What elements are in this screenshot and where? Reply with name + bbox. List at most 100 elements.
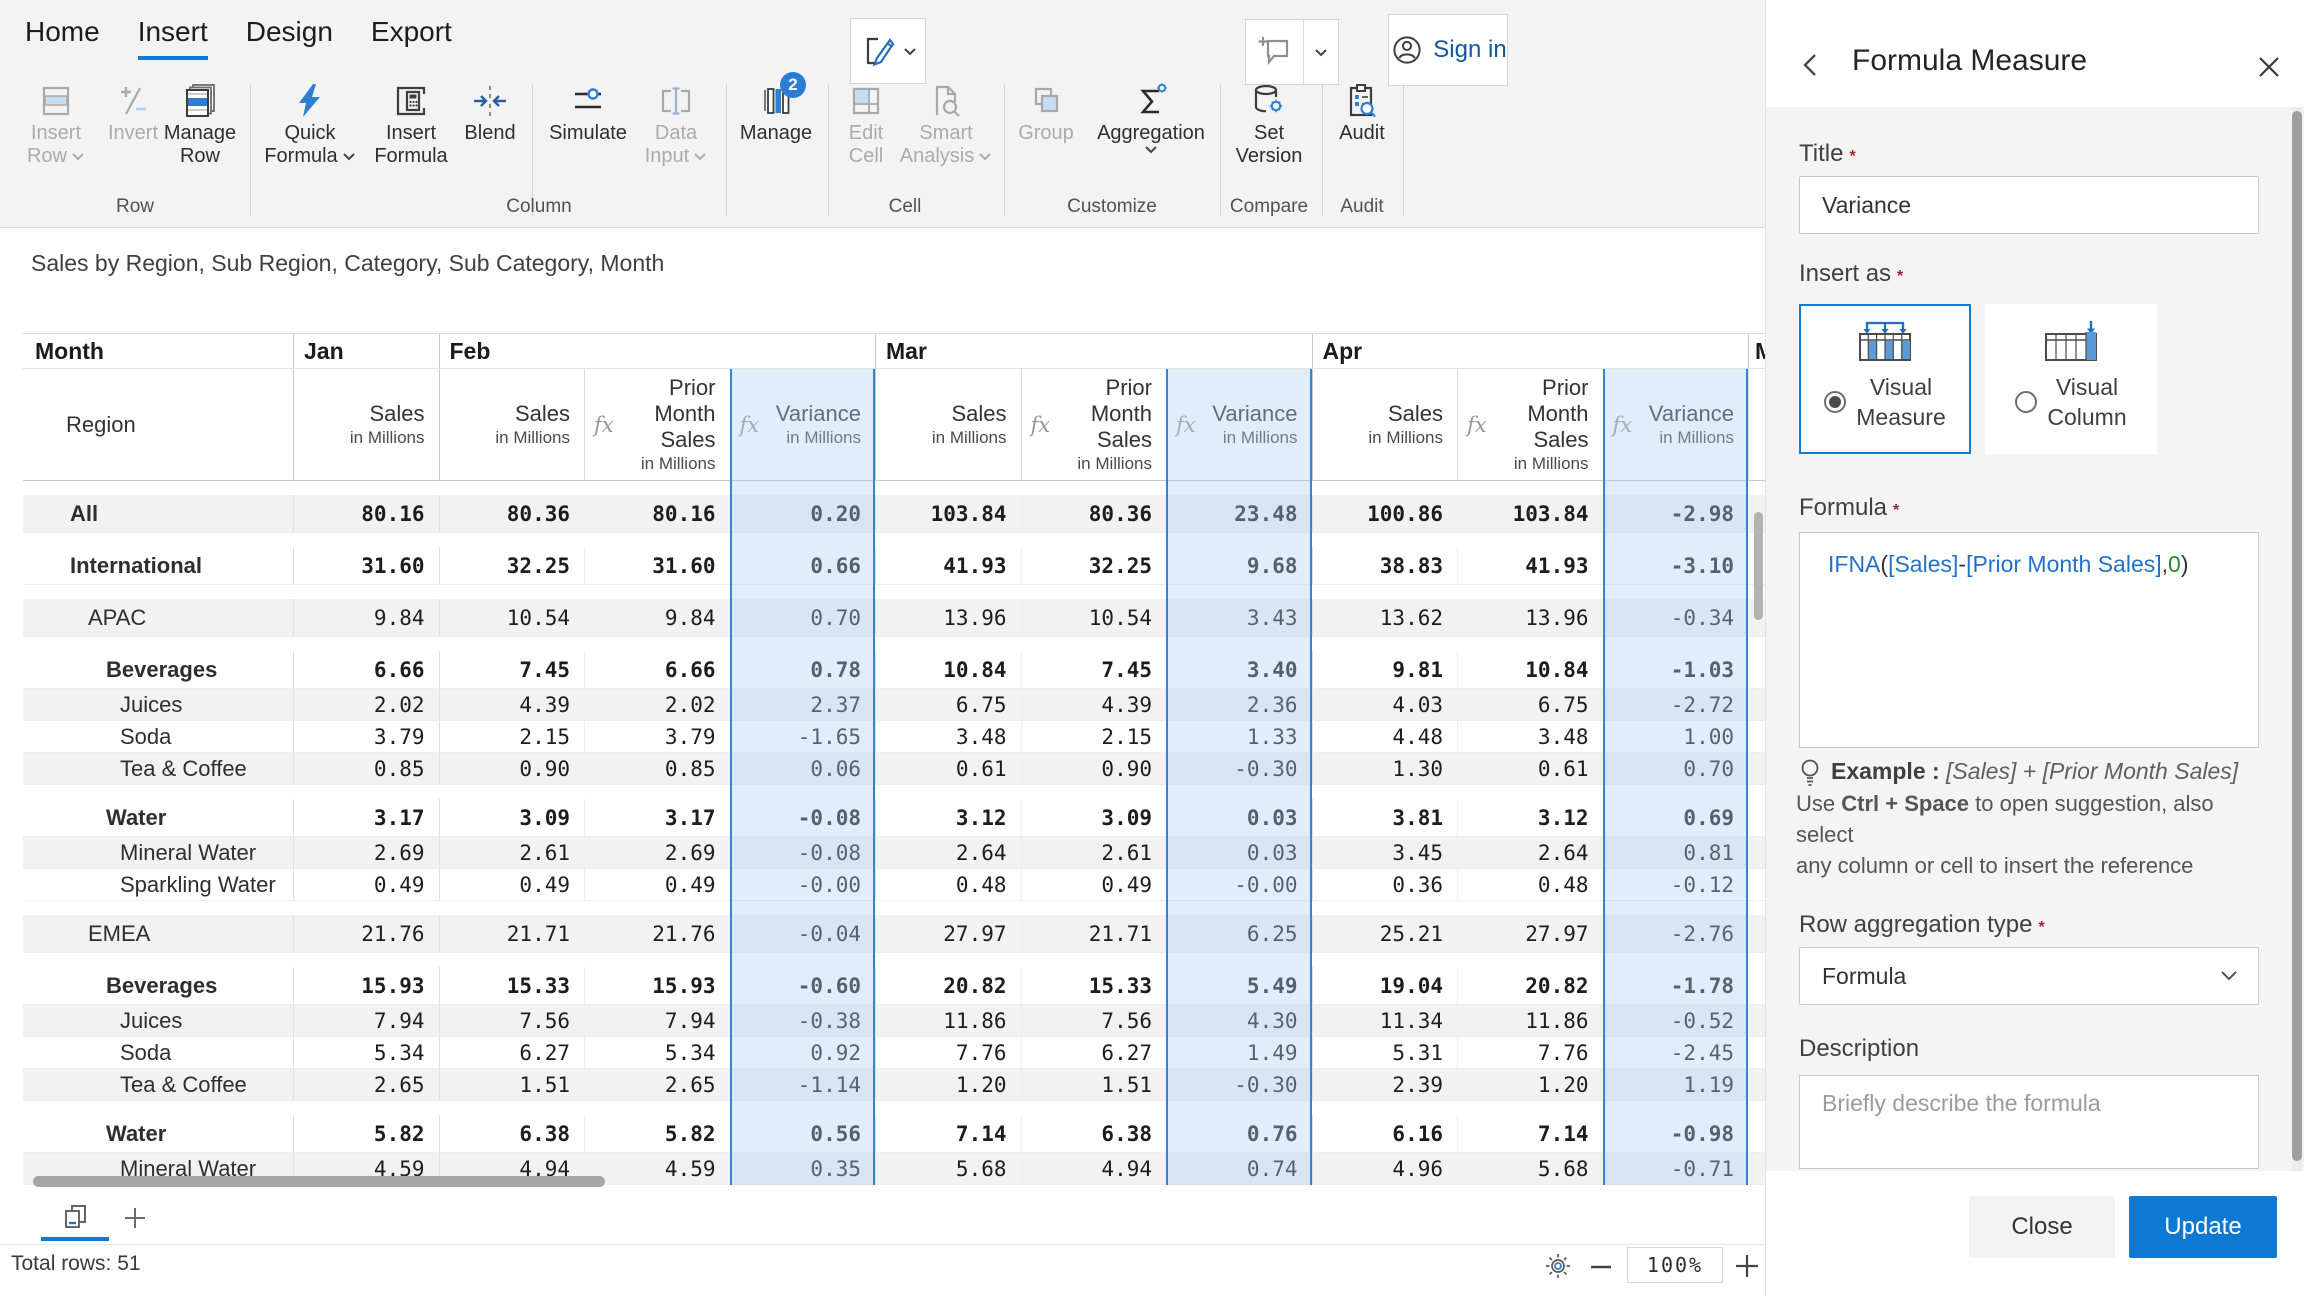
cell[interactable]: 13.96 [1457, 599, 1603, 636]
cell[interactable]: 4.30 [1166, 1005, 1312, 1036]
cell[interactable]: 0.49 [293, 869, 439, 900]
cell[interactable]: 1.20 [875, 1069, 1021, 1100]
cell[interactable]: 0.70 [730, 599, 876, 636]
visual-measure-radio[interactable] [1824, 391, 1846, 413]
row-label[interactable]: APAC [23, 599, 293, 636]
cell[interactable]: 32.25 [439, 547, 585, 584]
cell[interactable]: 15.93 [584, 967, 730, 1004]
cell[interactable]: 2.65 [293, 1069, 439, 1100]
row-label[interactable]: Mineral Water [23, 837, 293, 868]
cell[interactable]: 2.61 [439, 837, 585, 868]
cell[interactable]: 27.97 [1457, 915, 1603, 952]
row-label[interactable]: Tea & Coffee [23, 753, 293, 784]
cell[interactable]: 0.20 [730, 495, 876, 532]
cell[interactable]: 0.78 [730, 651, 876, 688]
cell[interactable]: 7.56 [439, 1005, 585, 1036]
cell[interactable]: 11.86 [875, 1005, 1021, 1036]
vertical-scrollbar[interactable] [1754, 512, 1763, 620]
cell[interactable]: 0.61 [875, 753, 1021, 784]
cell[interactable]: 4.48 [1312, 721, 1458, 752]
cell[interactable]: 9.84 [584, 599, 730, 636]
cell[interactable]: -0.04 [730, 915, 876, 952]
cell[interactable]: -0.60 [730, 967, 876, 1004]
cell[interactable]: 2.69 [293, 837, 439, 868]
cell[interactable]: 15.33 [439, 967, 585, 1004]
cell[interactable]: 0.48 [1457, 869, 1603, 900]
cell[interactable]: 4.59 [584, 1153, 730, 1184]
cell[interactable]: 80.36 [439, 495, 585, 532]
cell[interactable]: -0.00 [1166, 869, 1312, 900]
cell[interactable]: 2.64 [1457, 837, 1603, 868]
row-label[interactable]: Beverages [23, 967, 293, 1004]
cell[interactable]: 0.69 [1603, 799, 1749, 836]
cell[interactable]: 6.66 [584, 651, 730, 688]
cell[interactable]: 0.03 [1166, 799, 1312, 836]
panel-scrollbar[interactable] [2292, 111, 2302, 1161]
cell[interactable]: 80.16 [584, 495, 730, 532]
month-header[interactable]: Mar [875, 334, 1312, 368]
cell[interactable]: 27.97 [875, 915, 1021, 952]
cell[interactable]: 10.84 [875, 651, 1021, 688]
cell[interactable]: 1.51 [1021, 1069, 1167, 1100]
cell[interactable]: -1.65 [730, 721, 876, 752]
cell[interactable]: 31.60 [584, 547, 730, 584]
cell[interactable]: 3.09 [1021, 799, 1167, 836]
cell[interactable]: 20.82 [875, 967, 1021, 1004]
cell[interactable]: 3.12 [875, 799, 1021, 836]
cell[interactable]: 0.06 [730, 753, 876, 784]
description-textarea[interactable] [1799, 1075, 2259, 1169]
cell[interactable]: 7.45 [1021, 651, 1167, 688]
add-comment-button[interactable] [1246, 20, 1304, 84]
month-header[interactable]: Jan [293, 334, 439, 368]
cell[interactable]: 9.81 [1312, 651, 1458, 688]
zoom-in-button[interactable] [1733, 1252, 1761, 1280]
cell[interactable]: 41.93 [875, 547, 1021, 584]
cell[interactable]: 0.49 [584, 869, 730, 900]
cell[interactable]: 3.81 [1312, 799, 1458, 836]
cell[interactable]: 0.03 [1166, 837, 1312, 868]
cell[interactable]: 2.02 [293, 689, 439, 720]
cell[interactable]: 5.68 [875, 1153, 1021, 1184]
cell[interactable]: -0.08 [730, 799, 876, 836]
row-label[interactable]: Sparkling Water [23, 869, 293, 900]
cell[interactable]: 20.82 [1457, 967, 1603, 1004]
cell[interactable]: 0.92 [730, 1037, 876, 1068]
column-header-sales[interactable]: Salesin Millions [1312, 369, 1458, 480]
update-button[interactable]: Update [2129, 1196, 2277, 1258]
column-header-var[interactable]: fxVariancein Millions [1603, 369, 1749, 480]
cell[interactable]: 3.45 [1312, 837, 1458, 868]
tab-insert[interactable]: Insert [138, 16, 208, 56]
row-label[interactable]: Soda [23, 721, 293, 752]
cell[interactable]: 21.71 [1021, 915, 1167, 952]
cell[interactable]: 3.40 [1166, 651, 1312, 688]
cell[interactable]: 25.21 [1312, 915, 1458, 952]
cell[interactable]: 5.82 [584, 1115, 730, 1152]
cell[interactable]: 0.70 [1603, 753, 1749, 784]
row-label[interactable]: Water [23, 799, 293, 836]
cell[interactable]: -2.45 [1603, 1037, 1749, 1068]
cell[interactable]: -0.38 [730, 1005, 876, 1036]
cell[interactable]: 21.71 [439, 915, 585, 952]
cell[interactable]: 5.34 [293, 1037, 439, 1068]
cell[interactable]: 41.93 [1457, 547, 1603, 584]
column-header-var[interactable]: fxVariancein Millions [730, 369, 876, 480]
cell[interactable]: 13.62 [1312, 599, 1458, 636]
column-header-pms[interactable]: fxPrior Month Salesin Millions [1457, 369, 1603, 480]
tab-design[interactable]: Design [246, 16, 333, 56]
cell[interactable]: 1.00 [1603, 721, 1749, 752]
cell[interactable]: 3.09 [439, 799, 585, 836]
cell[interactable]: 3.43 [1166, 599, 1312, 636]
column-header-sales[interactable]: Salesin Millions [293, 369, 439, 480]
zoom-level-input[interactable]: 100% [1627, 1247, 1723, 1283]
cell[interactable]: 3.17 [293, 799, 439, 836]
cell[interactable]: -0.30 [1166, 753, 1312, 784]
cell[interactable]: 0.81 [1603, 837, 1749, 868]
cell[interactable]: 4.03 [1312, 689, 1458, 720]
cell[interactable]: 1.20 [1457, 1069, 1603, 1100]
visual-column-radio[interactable] [2015, 391, 2037, 413]
blend-button[interactable]: Blend [442, 80, 538, 198]
month-header[interactable]: M [1748, 334, 1765, 368]
cell[interactable]: -2.98 [1603, 495, 1749, 532]
cell[interactable]: -0.71 [1603, 1153, 1749, 1184]
cell[interactable]: 0.56 [730, 1115, 876, 1152]
